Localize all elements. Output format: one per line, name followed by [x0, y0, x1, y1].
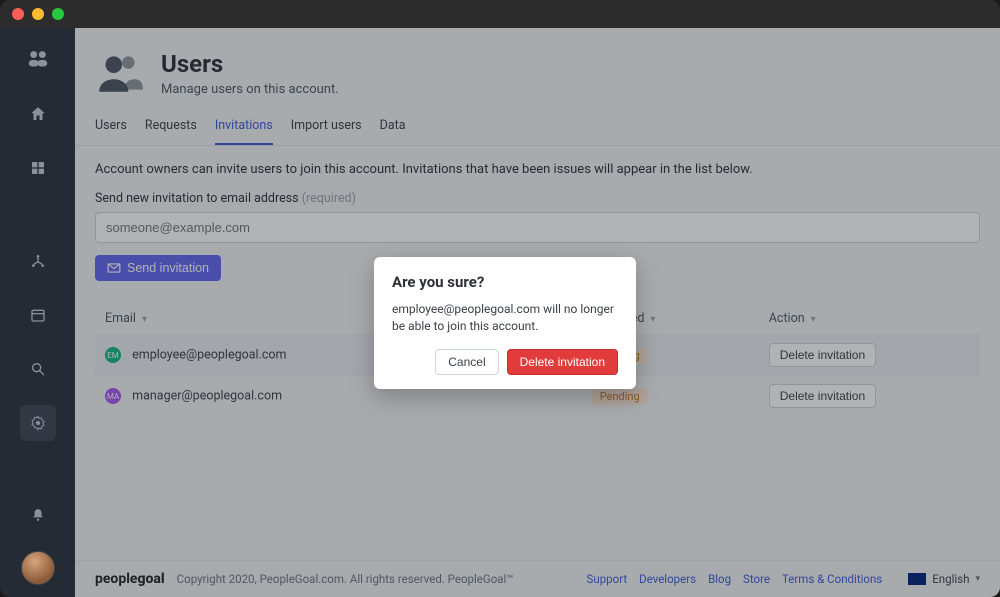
window-titlebar — [0, 0, 1000, 28]
nav-home-icon[interactable] — [20, 96, 56, 132]
nav-hierarchy-icon[interactable] — [20, 243, 56, 279]
modal-body: employee@peoplegoal.com will no longer b… — [392, 301, 618, 335]
window-close-icon[interactable] — [12, 8, 24, 20]
nav-calendar-icon[interactable] — [20, 297, 56, 333]
modal-title: Are you sure? — [392, 273, 618, 291]
modal-delete-button[interactable]: Delete invitation — [507, 349, 618, 375]
nav-search-icon[interactable] — [20, 351, 56, 387]
nav-grid-icon[interactable] — [20, 150, 56, 186]
confirm-delete-modal: Are you sure? employee@peoplegoal.com wi… — [374, 257, 636, 389]
nav-notifications-icon[interactable] — [20, 497, 56, 533]
modal-cancel-button[interactable]: Cancel — [435, 349, 498, 375]
nav-users-icon[interactable] — [20, 42, 56, 78]
nav-settings-icon[interactable] — [20, 405, 56, 441]
window-minimize-icon[interactable] — [32, 8, 44, 20]
window-maximize-icon[interactable] — [52, 8, 64, 20]
user-avatar[interactable] — [21, 551, 55, 585]
sidebar — [0, 28, 75, 597]
